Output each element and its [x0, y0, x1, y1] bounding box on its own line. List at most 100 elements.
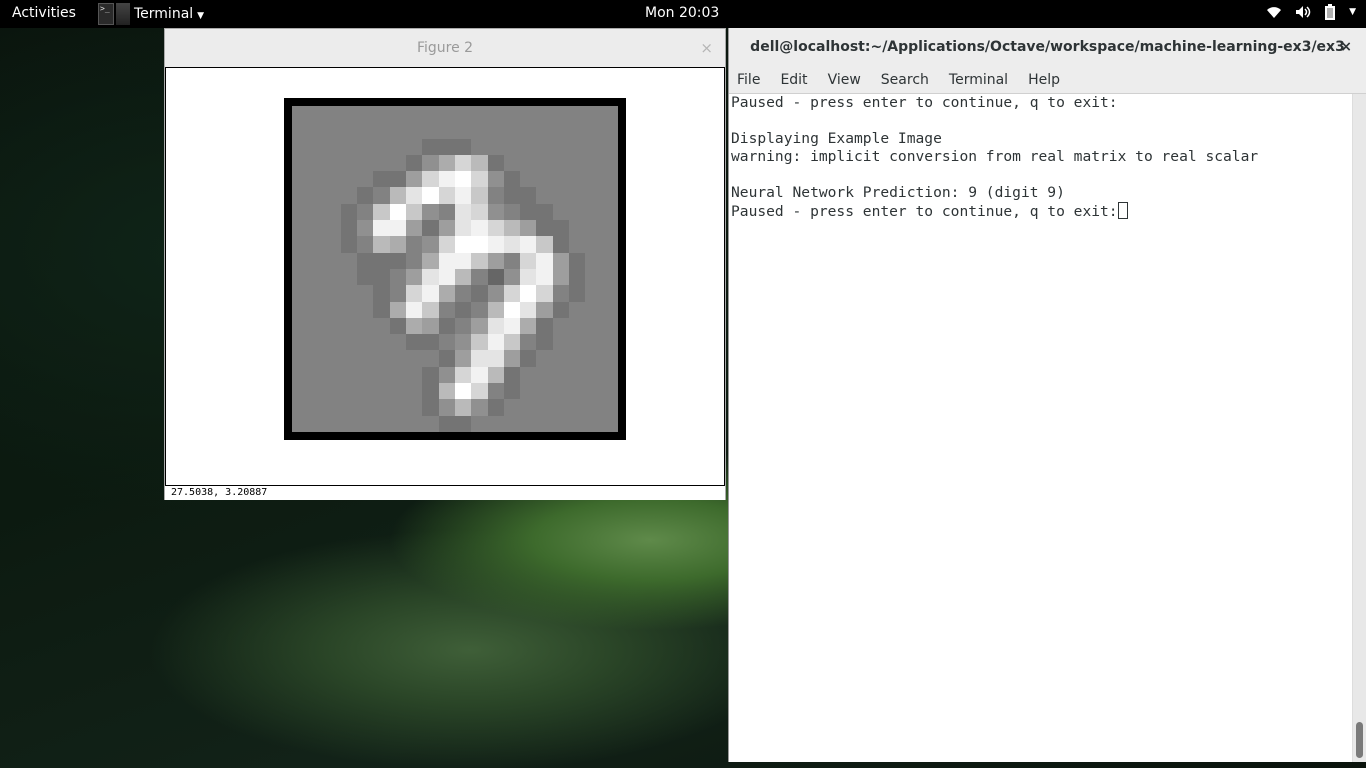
image-pixel — [487, 252, 504, 269]
image-pixel — [487, 366, 504, 384]
image-pixel — [552, 383, 570, 400]
figure-window[interactable]: Figure 2 × 27.5038, 3.20887 — [164, 28, 726, 500]
image-pixel — [389, 383, 407, 400]
image-pixel — [454, 220, 472, 237]
image-pixel — [552, 285, 570, 302]
image-pixel — [422, 236, 439, 253]
scrollbar-thumb[interactable] — [1356, 722, 1363, 758]
image-pixel — [536, 350, 553, 367]
image-pixel — [585, 252, 602, 269]
image-pixel — [292, 203, 309, 221]
menu-terminal[interactable]: Terminal — [949, 72, 1008, 88]
image-pixel — [340, 415, 358, 432]
image-pixel — [520, 252, 537, 269]
image-pixel — [552, 236, 570, 253]
image-pixel — [585, 268, 602, 286]
image-pixel — [357, 138, 374, 155]
image-pixel — [569, 334, 586, 351]
image-pixel — [487, 399, 504, 416]
close-icon[interactable]: × — [700, 29, 713, 67]
menu-edit[interactable]: Edit — [780, 72, 807, 88]
image-pixel — [601, 122, 618, 139]
image-pixel — [357, 171, 374, 188]
image-pixel — [569, 366, 586, 384]
image-pixel — [406, 383, 423, 400]
image-pixel — [292, 236, 309, 253]
image-pixel — [389, 268, 407, 286]
image-pixel — [340, 285, 358, 302]
image-pixel — [503, 187, 521, 204]
image-pixel — [585, 301, 602, 318]
app-menu[interactable]: >_ Terminal ▼ — [98, 0, 204, 28]
image-pixel — [520, 334, 537, 351]
image-pixel — [292, 366, 309, 384]
image-pixel — [406, 334, 423, 351]
image-pixel — [454, 399, 472, 416]
terminal-app-icon: >_ — [98, 3, 114, 25]
image-pixel — [389, 154, 407, 172]
image-pixel — [552, 203, 570, 221]
clock[interactable]: Mon 20:03 — [645, 5, 719, 21]
image-pixel — [308, 138, 325, 155]
figure-titlebar[interactable]: Figure 2 × — [165, 29, 725, 67]
image-pixel — [569, 203, 586, 221]
image-pixel — [389, 415, 407, 432]
image-pixel — [438, 334, 455, 351]
image-pixel — [389, 171, 407, 188]
image-pixel — [406, 317, 423, 335]
image-pixel — [487, 220, 504, 237]
image-pixel — [422, 203, 439, 221]
figure-canvas[interactable] — [165, 67, 725, 486]
image-pixel — [536, 154, 553, 172]
image-pixel — [340, 236, 358, 253]
terminal-window[interactable]: dell@localhost:~/Applications/Octave/wor… — [728, 28, 1366, 762]
image-pixel — [324, 399, 341, 416]
image-pixel — [389, 138, 407, 155]
image-pixel — [438, 415, 455, 432]
image-pixel — [438, 301, 455, 318]
image-pixel — [471, 301, 488, 318]
image-pixel — [357, 350, 374, 367]
image-pixel — [308, 268, 325, 286]
image-pixel — [487, 106, 504, 123]
image-pixel — [422, 415, 439, 432]
image-pixel — [308, 399, 325, 416]
image-pixel — [503, 415, 521, 432]
image-pixel — [292, 171, 309, 188]
image-pixel — [487, 334, 504, 351]
image-pixel — [536, 399, 553, 416]
image-pixel — [503, 268, 521, 286]
terminal-titlebar[interactable]: dell@localhost:~/Applications/Octave/wor… — [729, 28, 1366, 66]
terminal-scrollbar[interactable] — [1352, 94, 1366, 762]
image-pixel — [569, 106, 586, 123]
image-pixel — [503, 317, 521, 335]
image-pixel — [536, 334, 553, 351]
image-pixel — [585, 106, 602, 123]
image-pixel — [569, 415, 586, 432]
terminal-output[interactable]: Paused - press enter to continue, q to e… — [729, 94, 1351, 762]
image-pixel — [357, 383, 374, 400]
terminal-line: warning: implicit conversion from real m… — [731, 148, 1259, 165]
activities-button[interactable]: Activities — [12, 5, 76, 21]
image-pixel — [340, 122, 358, 139]
image-pixel — [324, 187, 341, 204]
image-pixel — [406, 106, 423, 123]
image-pixel — [454, 366, 472, 384]
image-pixel — [292, 122, 309, 139]
image-pixel — [438, 203, 455, 221]
image-pixel — [536, 285, 553, 302]
menu-file[interactable]: File — [737, 72, 760, 88]
status-area[interactable]: ▼ — [1266, 4, 1356, 20]
image-pixel — [487, 187, 504, 204]
image-pixel — [520, 350, 537, 367]
close-icon[interactable]: × — [1340, 28, 1352, 66]
terminal-line: Paused - press enter to continue, q to e… — [731, 203, 1118, 220]
image-pixel — [503, 383, 521, 400]
image-pixel — [569, 122, 586, 139]
menu-search[interactable]: Search — [881, 72, 929, 88]
menu-view[interactable]: View — [828, 72, 861, 88]
menu-help[interactable]: Help — [1028, 72, 1060, 88]
image-pixel — [569, 187, 586, 204]
image-pixel — [585, 285, 602, 302]
image-pixel — [471, 220, 488, 237]
